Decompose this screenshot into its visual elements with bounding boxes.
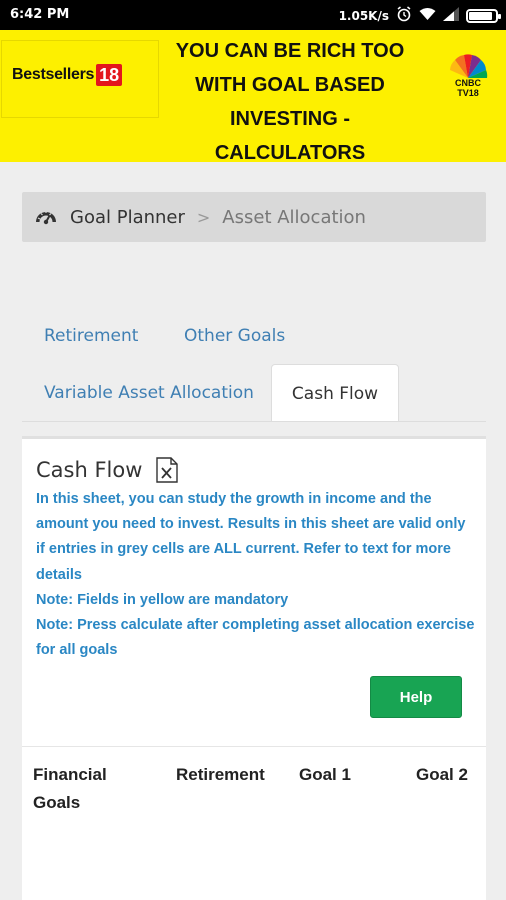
table-header-goal-2: Goal 2 <box>416 765 468 784</box>
breadcrumb-goal-planner[interactable]: Goal Planner <box>70 207 185 228</box>
alarm-icon <box>396 6 412 25</box>
banner: Bestsellers 18 YOU CAN BE RICH TOO WITH … <box>0 30 506 164</box>
table-header-goal-1: Goal 1 <box>299 765 351 784</box>
panel-title: Cash Flow <box>36 458 143 482</box>
excel-icon[interactable] <box>156 457 179 483</box>
note-yellow-fields: Note: Fields in yellow are mandatory <box>36 591 289 608</box>
description-text: In this sheet, you can study the growth … <box>36 491 466 583</box>
battery-icon <box>466 8 501 23</box>
network-speed: 1.05K/s <box>338 8 389 23</box>
tab-variable-asset-allocation[interactable]: Variable Asset Allocation <box>44 383 254 403</box>
tabs-divider <box>22 421 486 422</box>
panel-description: In this sheet, you can study the growth … <box>36 487 476 663</box>
status-time: 6:42 PM <box>10 7 70 22</box>
wifi-icon <box>419 7 436 24</box>
panel-divider <box>22 746 486 747</box>
bestsellers-logo[interactable]: Bestsellers 18 <box>12 64 123 86</box>
breadcrumb-separator: > <box>196 207 211 227</box>
banner-title: YOU CAN BE RICH TOO WITH GOAL BASED INVE… <box>175 40 405 164</box>
tab-cash-flow[interactable]: Cash Flow <box>271 364 399 422</box>
dashboard-icon <box>36 211 56 225</box>
tab-cash-flow-label: Cash Flow <box>291 383 379 404</box>
table-header-financial-goals: Financial Goals <box>33 765 107 812</box>
signal-icon <box>443 7 459 24</box>
breadcrumb-current: Asset Allocation <box>222 206 366 228</box>
status-icons: 1.05K/s <box>338 6 501 25</box>
cash-flow-panel: Cash Flow In this sheet, you can study t… <box>22 436 486 900</box>
panel-heading: Cash Flow <box>36 457 179 483</box>
tab-other-goals[interactable]: Other Goals <box>184 326 285 346</box>
cnbc-wordmark: CNBC TV18 <box>455 78 481 98</box>
breadcrumb: Goal Planner > Asset Allocation <box>22 192 486 242</box>
note-press-calculate: Note: Press calculate after completing a… <box>36 617 475 659</box>
tab-retirement[interactable]: Retirement <box>44 326 138 346</box>
help-button[interactable]: Help <box>370 676 462 718</box>
status-bar: 6:42 PM 1.05K/s <box>0 0 506 30</box>
table-header-retirement: Retirement <box>176 765 265 784</box>
